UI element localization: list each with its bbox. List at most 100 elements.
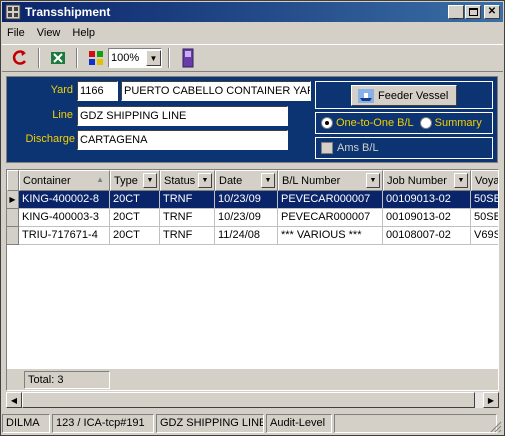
filter-dropdown-icon[interactable]: ▼ [454,173,468,188]
feeder-box: Feeder Vessel [315,81,493,109]
color-grid-button[interactable] [84,47,108,69]
menu-file[interactable]: File [7,27,25,39]
header-panel: Yard 1166 PUERTO CABELLO CONTAINER YARD … [6,76,498,163]
toolbar: 100% ▼ [2,44,503,72]
line-label: Line [52,109,73,121]
ams-bl-label: Ams B/L [337,142,379,154]
minimize-icon: _ [453,9,459,20]
total-count: Total: 3 [24,371,110,389]
menu-help[interactable]: Help [72,27,95,39]
close-button[interactable]: ✕ [484,5,500,19]
grid-header: Container ▲ Type ▼ Status ▼ Date ▼ B/L N… [7,170,499,191]
excel-export-button[interactable] [46,47,70,69]
radio-one-to-one-label: One-to-One B/L [336,117,414,129]
filter-dropdown-icon[interactable]: ▼ [198,173,212,188]
cell-bl-number: *** VARIOUS *** [278,227,383,245]
table-row[interactable]: KING-400003-3 20CT TRNF 10/23/09 PEVECAR… [7,209,498,227]
cell-status: TRNF [160,209,215,227]
cell-date: 10/23/09 [215,209,278,227]
col-voyage-label: Voya [475,174,499,187]
toolbar-separator [76,48,78,68]
door-icon [182,48,194,68]
bl-mode-group: One-to-One B/L Summary [315,112,493,134]
col-date-label: Date [219,174,243,187]
cell-container: KING-400003-3 [19,209,110,227]
resize-grip-icon[interactable] [490,421,502,433]
col-date[interactable]: Date ▼ [215,170,278,191]
col-bl-number[interactable]: B/L Number ▼ [278,170,383,191]
cell-bl-number: PEVECAR000007 [278,191,383,209]
line-field[interactable]: GDZ SHIPPING LINE [77,106,288,126]
exit-button[interactable] [176,47,200,69]
scroll-left-icon[interactable]: ◀ [6,392,22,408]
cell-type: 20CT [110,209,160,227]
app-icon [5,4,21,20]
excel-icon [51,52,65,64]
col-container-label: Container [23,174,71,187]
scroll-right-icon[interactable]: ▶ [483,392,499,408]
cell-status: TRNF [160,227,215,245]
table-row[interactable]: ▶ KING-400002-8 20CT TRNF 10/23/09 PEVEC… [7,191,498,209]
ams-bl-checkbox[interactable] [321,142,333,154]
status-session: 123 / ICA-tcp#191 [52,414,154,433]
col-container[interactable]: Container ▲ [19,170,110,191]
cell-job-number: 00109013-02 [383,191,471,209]
feeder-vessel-label: Feeder Vessel [378,89,449,102]
radio-summary-label: Summary [434,117,482,129]
discharge-field[interactable]: CARTAGENA [77,130,288,150]
status-empty [334,414,497,433]
cell-date: 10/23/09 [215,191,278,209]
menu-bar: File View Help [2,23,503,42]
zoom-select[interactable]: 100% ▼ [108,48,162,68]
refresh-icon [12,50,27,65]
sort-asc-icon: ▲ [96,175,104,184]
status-bar: DILMA 123 / ICA-tcp#191 GDZ SHIPPING LIN… [2,414,503,434]
cell-type: 20CT [110,227,160,245]
filter-dropdown-icon[interactable]: ▼ [366,173,380,188]
cell-voyage: 50SB [471,191,498,209]
filter-dropdown-icon[interactable]: ▼ [261,173,275,188]
col-job-number-label: Job Number [387,174,447,187]
feeder-vessel-button[interactable]: Feeder Vessel [351,85,457,106]
minimize-button[interactable]: _ [448,5,464,20]
cell-job-number: 00108007-02 [383,227,471,245]
cell-job-number: 00109013-02 [383,209,471,227]
cell-date: 11/24/08 [215,227,278,245]
filter-dropdown-icon[interactable]: ▼ [143,173,157,188]
row-marker [7,209,19,227]
chevron-down-icon[interactable]: ▼ [146,50,161,66]
maximize-icon [468,8,478,16]
cell-container: KING-400002-8 [19,191,110,209]
toolbar-separator [38,48,40,68]
cell-status: TRNF [160,191,215,209]
col-type[interactable]: Type ▼ [110,170,160,191]
title-bar[interactable]: Transshipment _ ✕ [2,2,503,22]
col-bl-number-label: B/L Number [282,174,341,187]
col-type-label: Type [114,174,138,187]
cell-voyage: V69S [471,227,498,245]
ams-bl-group: Ams B/L [315,137,493,159]
col-voyage[interactable]: Voya [471,170,499,191]
container-grid: Container ▲ Type ▼ Status ▼ Date ▼ B/L N… [6,169,499,391]
refresh-button[interactable] [8,47,32,69]
transshipment-window: Transshipment _ ✕ File View Help 100% ▼ … [0,0,505,436]
horizontal-scrollbar[interactable]: ◀ ▶ [6,392,499,408]
scroll-thumb[interactable] [22,392,475,408]
yard-label: Yard [50,84,73,96]
toolbar-separator [168,48,170,68]
status-user: DILMA [2,414,50,433]
cell-bl-number: PEVECAR000007 [278,209,383,227]
menu-view[interactable]: View [37,27,61,39]
col-status-label: Status [164,174,196,187]
status-level: Audit-Level [266,414,332,433]
maximize-button[interactable] [465,5,481,19]
col-job-number[interactable]: Job Number ▼ [383,170,471,191]
cell-voyage: 50SB [471,209,498,227]
radio-one-to-one[interactable]: One-to-One B/L [321,117,414,129]
table-row[interactable]: TRIU-717671-4 20CT TRNF 11/24/08 *** VAR… [7,227,498,245]
col-status[interactable]: Status ▼ [160,170,215,191]
yard-code-field[interactable]: 1166 [77,81,118,101]
radio-summary[interactable]: Summary [419,117,482,129]
radio-selected-icon [321,117,333,129]
row-marker [7,227,19,245]
